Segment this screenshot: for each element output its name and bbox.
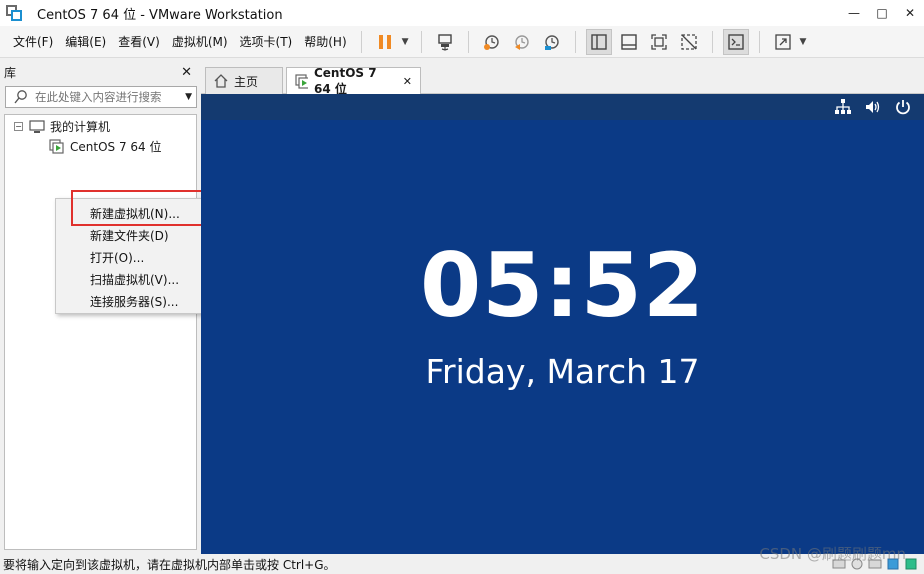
title-bar: CentOS 7 64 位 - VMware Workstation — □ ✕ bbox=[0, 0, 924, 26]
tab-close-icon[interactable]: ✕ bbox=[403, 75, 412, 88]
stretch-icon bbox=[774, 33, 791, 50]
computer-icon bbox=[29, 119, 45, 133]
console-view-button[interactable] bbox=[722, 28, 749, 55]
stretch-guest-button[interactable] bbox=[770, 29, 796, 55]
manage-snapshots-icon bbox=[544, 34, 559, 50]
menu-item-scan-vms[interactable]: 扫描虚拟机(V)... bbox=[90, 271, 179, 288]
library-view-button[interactable] bbox=[585, 28, 612, 55]
library-title: 库 bbox=[4, 65, 17, 80]
library-search[interactable]: ▼ bbox=[5, 86, 197, 108]
search-dropdown-icon[interactable]: ▼ bbox=[185, 92, 192, 102]
unity-icon bbox=[680, 33, 697, 50]
send-ctrl-alt-del-icon bbox=[437, 33, 452, 51]
toolbar-separator bbox=[758, 30, 760, 53]
thumbnail-view-button[interactable] bbox=[616, 29, 642, 55]
minimize-button[interactable]: — bbox=[840, 0, 868, 26]
power-icon[interactable] bbox=[894, 98, 912, 116]
vmware-logo-icon bbox=[6, 5, 22, 21]
fullscreen-icon bbox=[650, 33, 667, 50]
window-title: CentOS 7 64 位 - VMware Workstation bbox=[37, 7, 283, 23]
menu-item-open[interactable]: 打开(O)... bbox=[90, 249, 144, 266]
menu-vm[interactable]: 虚拟机(M) bbox=[166, 31, 234, 53]
toolbar-separator bbox=[360, 30, 362, 53]
menu-view[interactable]: 查看(V) bbox=[112, 31, 166, 53]
tree-node-label: CentOS 7 64 位 bbox=[70, 140, 162, 154]
menu-file[interactable]: 文件(F) bbox=[7, 31, 59, 53]
menu-toolbar: 文件(F) 编辑(E) 查看(V) 虚拟机(M) 选项卡(T) 帮助(H) ▼ … bbox=[0, 26, 924, 58]
search-icon bbox=[14, 90, 27, 104]
send-ctrl-alt-del-button[interactable] bbox=[432, 29, 458, 55]
tab-label: 主页 bbox=[234, 74, 259, 89]
volume-icon[interactable] bbox=[864, 98, 882, 116]
sound-icon[interactable] bbox=[904, 557, 918, 571]
lock-screen-time: 05:52 bbox=[419, 234, 706, 337]
take-snapshot-button[interactable] bbox=[479, 29, 505, 55]
close-button[interactable]: ✕ bbox=[896, 0, 924, 26]
collapse-icon[interactable]: − bbox=[14, 122, 23, 131]
tab-centos[interactable]: CentOS 7 64 位 ✕ bbox=[286, 65, 421, 96]
vm-console[interactable]: 05:52 Friday, March 17 bbox=[201, 94, 924, 554]
toolbar-separator bbox=[711, 30, 713, 53]
revert-snapshot-icon bbox=[514, 34, 529, 50]
maximize-button[interactable]: □ bbox=[868, 0, 896, 26]
tree-node-my-computer[interactable]: − 我的计算机 bbox=[14, 118, 110, 135]
watermark: CSDN @刷题刷题mn bbox=[759, 545, 906, 563]
tab-bar: 主页 CentOS 7 64 位 ✕ bbox=[201, 62, 924, 96]
menu-item-new-folder[interactable]: 新建文件夹(D) bbox=[90, 227, 169, 244]
tab-home[interactable]: 主页 bbox=[205, 67, 283, 94]
fullscreen-button[interactable] bbox=[646, 29, 672, 55]
status-text: 要将输入定向到该虚拟机，请在虚拟机内部单击或按 Ctrl+G。 bbox=[3, 557, 336, 572]
menu-item-connect-server[interactable]: 连接服务器(S)... bbox=[90, 293, 178, 310]
menu-tabs[interactable]: 选项卡(T) bbox=[234, 31, 299, 53]
home-icon bbox=[214, 74, 228, 88]
search-input[interactable] bbox=[35, 90, 175, 104]
pause-icon bbox=[378, 34, 391, 49]
console-icon bbox=[727, 33, 744, 50]
unity-button[interactable] bbox=[676, 29, 702, 55]
toolbar-separator bbox=[420, 30, 422, 53]
lock-screen-date: Friday, March 17 bbox=[425, 352, 700, 391]
library-view-icon bbox=[590, 33, 607, 50]
revert-snapshot-button[interactable] bbox=[509, 29, 535, 55]
menu-edit[interactable]: 编辑(E) bbox=[59, 31, 112, 53]
network-icon[interactable] bbox=[834, 98, 852, 116]
library-tree: − 我的计算机 CentOS 7 64 位 bbox=[4, 114, 197, 550]
thumbnail-view-icon bbox=[620, 33, 637, 50]
pause-dropdown-icon[interactable]: ▼ bbox=[402, 37, 409, 47]
toolbar-separator bbox=[467, 30, 469, 53]
snapshot-icon bbox=[483, 34, 499, 50]
tree-node-centos[interactable]: CentOS 7 64 位 bbox=[49, 138, 161, 155]
manage-snapshots-button[interactable] bbox=[539, 29, 565, 55]
tree-node-label: 我的计算机 bbox=[50, 120, 111, 134]
menu-help[interactable]: 帮助(H) bbox=[298, 31, 352, 53]
library-close-icon[interactable]: ✕ bbox=[181, 65, 192, 80]
vm-running-icon bbox=[49, 139, 64, 154]
vm-running-icon bbox=[295, 73, 308, 89]
pause-button[interactable] bbox=[372, 29, 398, 55]
guest-top-bar bbox=[201, 94, 924, 120]
stretch-dropdown-icon[interactable]: ▼ bbox=[800, 37, 807, 47]
highlight-annotation-box bbox=[71, 190, 207, 226]
toolbar-separator bbox=[574, 30, 576, 53]
tab-label: CentOS 7 64 位 bbox=[313, 65, 377, 96]
